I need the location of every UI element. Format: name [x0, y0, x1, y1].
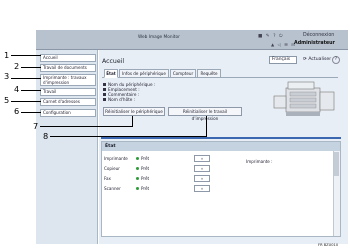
ready-icon — [136, 167, 139, 170]
status-details-button-scanner[interactable]: » — [194, 185, 210, 192]
callout-2: 2 — [14, 61, 20, 71]
app-title: Web Image Monitor — [138, 35, 180, 40]
reset-device-button[interactable]: Réinitialiser le périphérique — [103, 107, 165, 116]
scrollbar-thumb[interactable] — [334, 152, 339, 176]
status-state-scanner: Prêt — [141, 186, 150, 191]
callout-line-7-vertical — [132, 116, 133, 127]
status-state-printer: Prêt — [141, 156, 150, 161]
printer-detail-label: Imprimante : — [246, 159, 273, 164]
callout-line-3 — [11, 78, 41, 79]
panel-divider — [101, 137, 341, 139]
sidebar-item-configuration[interactable]: Configuration — [40, 109, 96, 117]
info-host-name: Nom d'hôte : — [103, 97, 135, 102]
tab-inquiry[interactable]: Requête — [197, 69, 221, 78]
toolbar-icons-secondary[interactable]: ▲ ◁ ☰ ⊟ — [271, 42, 296, 47]
page-title: Accueil — [102, 58, 125, 65]
callout-line-1 — [11, 55, 41, 56]
ready-icon — [136, 187, 139, 190]
sidebar-item-job[interactable]: Travail — [40, 88, 96, 96]
help-icon[interactable]: ? — [332, 56, 340, 64]
sidebar-item-print-jobs[interactable]: Imprimante : travaux d'impression — [40, 74, 96, 86]
sidebar-item-home[interactable]: Accueil — [40, 54, 96, 62]
tab-device-info[interactable]: Infos de périphérique — [119, 69, 169, 78]
status-label-copier: Copieur — [104, 166, 120, 171]
status-details-button-copier[interactable]: » — [194, 165, 210, 172]
ready-icon — [136, 177, 139, 180]
callout-line-8 — [50, 136, 206, 137]
status-label-scanner: Scanner — [104, 186, 121, 191]
chevron-right-icon: » — [200, 166, 204, 171]
refresh-label: Actualiser — [308, 57, 332, 62]
callout-line-2 — [21, 67, 41, 68]
toolbar-icons[interactable]: ■ ✎ ? ⏻ — [258, 33, 284, 39]
refresh-icon: ⟳ — [303, 57, 307, 62]
status-state-copier: Prêt — [141, 166, 150, 171]
admin-label: Administrateur — [294, 41, 335, 46]
callout-1: 1 — [4, 50, 10, 60]
chevron-right-icon: » — [200, 186, 204, 191]
status-details-button-fax[interactable]: » — [194, 175, 210, 182]
callout-line-5 — [11, 101, 41, 102]
figure-code: FR BZU010 — [318, 243, 339, 247]
chevron-right-icon: » — [200, 156, 204, 161]
status-label-printer: Imprimante — [104, 156, 128, 161]
chevron-right-icon: » — [200, 176, 204, 181]
printer-image — [273, 81, 335, 116]
status-state-fax: Prêt — [141, 176, 150, 181]
status-label-fax: Fax — [104, 176, 111, 181]
reset-print-job-button[interactable]: Réinitialiser le travail d'impression — [168, 107, 242, 121]
callout-8: 8 — [43, 131, 49, 141]
refresh-button[interactable]: ⟳ Actualiser — [303, 57, 331, 62]
top-bar — [36, 30, 348, 50]
callout-line-6 — [21, 112, 41, 113]
callout-5: 5 — [4, 95, 10, 105]
tab-counter[interactable]: Compteur — [170, 69, 196, 78]
status-details-button-printer[interactable]: » — [194, 155, 210, 162]
status-panel-title: État — [102, 142, 340, 151]
disconnect-link[interactable]: Déconnexion — [303, 33, 334, 38]
callout-line-8-vertical — [206, 116, 207, 137]
sidebar-item-address-book[interactable]: Carnet d'adresses — [40, 98, 96, 106]
callout-3: 3 — [4, 71, 10, 81]
sidebar-item-documents[interactable]: Travail de documents — [40, 64, 96, 72]
ready-icon — [136, 157, 139, 160]
callout-line-4 — [21, 90, 41, 91]
callout-4: 4 — [14, 84, 20, 94]
tab-status[interactable]: État — [104, 69, 118, 78]
callout-7: 7 — [33, 121, 39, 131]
callout-6: 6 — [14, 106, 20, 116]
callout-line-7 — [40, 126, 132, 127]
language-select[interactable]: Français — [269, 56, 297, 64]
